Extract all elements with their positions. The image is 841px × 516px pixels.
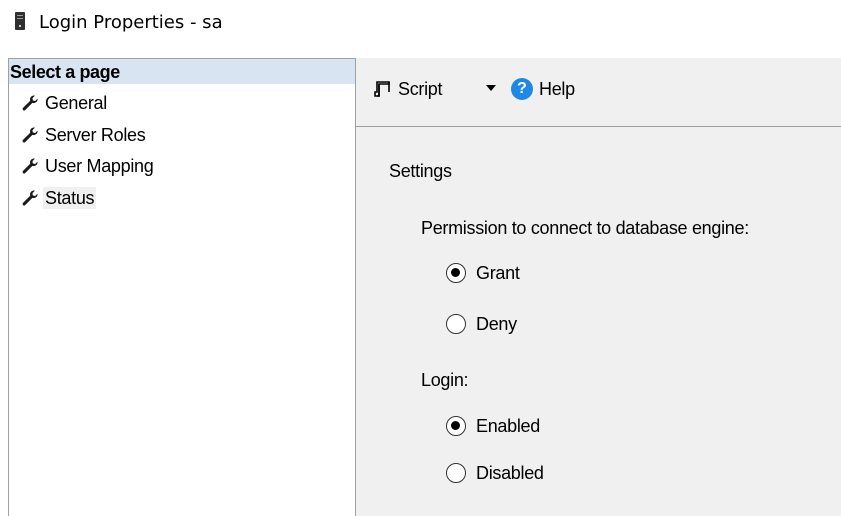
enabled-radio-option[interactable]: Enabled	[446, 414, 540, 438]
disabled-label: Disabled	[476, 462, 544, 483]
grant-radio[interactable]	[446, 263, 466, 283]
permission-group-label: Permission to connect to database engine…	[421, 218, 749, 238]
grant-label: Grant	[476, 262, 520, 283]
page-item-status[interactable]: Status	[9, 183, 355, 215]
window-titlebar: Login Properties - sa	[0, 0, 841, 48]
grant-radio-option[interactable]: Grant	[446, 261, 520, 285]
page-selector-pane: Select a page General Server Roles User …	[8, 58, 356, 516]
deny-radio-option[interactable]: Deny	[446, 312, 517, 336]
window-title: Login Properties - sa	[39, 12, 223, 33]
page-item-label: Server Roles	[45, 124, 146, 145]
script-dropdown-arrow-icon[interactable]	[486, 85, 496, 91]
select-page-header-text: Select a page	[10, 62, 120, 82]
deny-radio[interactable]	[446, 314, 466, 334]
wrench-icon	[22, 95, 38, 111]
help-icon: ?	[511, 78, 533, 100]
wrench-icon	[22, 189, 38, 206]
page-item-label: General	[45, 93, 107, 113]
content-pane: Script ? Help Settings Permission to con…	[356, 58, 841, 516]
enabled-label: Enabled	[476, 415, 540, 436]
wrench-icon	[22, 126, 38, 143]
wrench-icon	[22, 158, 38, 174]
page-item-general[interactable]: General	[9, 88, 355, 120]
enabled-radio[interactable]	[446, 416, 466, 436]
script-icon	[374, 81, 390, 97]
toolbar: Script ? Help	[356, 58, 841, 127]
page-item-label: Status	[43, 186, 97, 209]
page-list: General Server Roles User Mapping Status	[9, 88, 355, 214]
page-item-user-mapping[interactable]: User Mapping	[9, 151, 355, 183]
page-item-label: User Mapping	[45, 156, 154, 176]
disabled-radio[interactable]	[446, 463, 466, 483]
login-group-label: Login:	[421, 370, 469, 390]
help-label: Help	[539, 78, 575, 99]
help-button[interactable]: ? Help	[511, 74, 575, 104]
disabled-radio-option[interactable]: Disabled	[446, 461, 544, 485]
script-button[interactable]: Script	[372, 74, 443, 104]
select-page-header: Select a page	[9, 58, 355, 84]
settings-section-label: Settings	[389, 161, 452, 181]
server-icon	[15, 12, 25, 30]
script-label: Script	[398, 78, 443, 99]
page-item-server-roles[interactable]: Server Roles	[9, 120, 355, 152]
deny-label: Deny	[476, 313, 517, 334]
